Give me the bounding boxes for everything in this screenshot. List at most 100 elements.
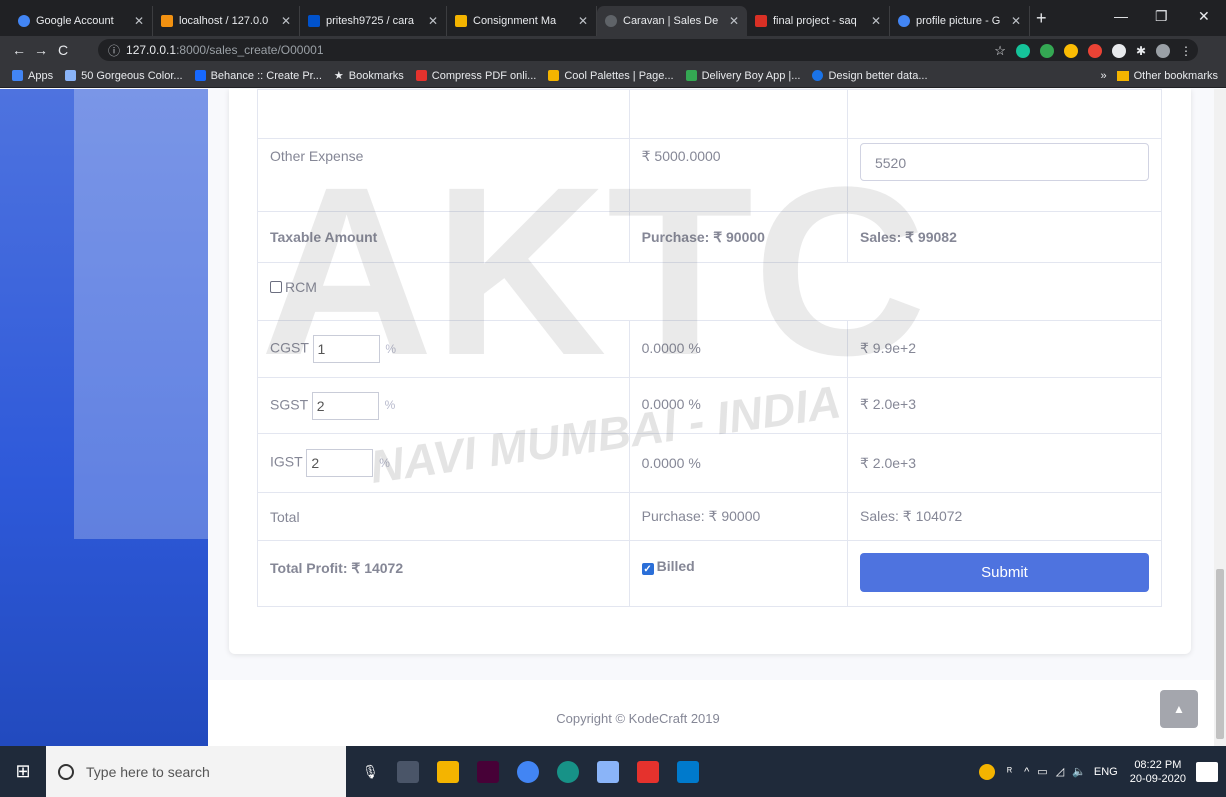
taxable-purchase: Purchase: ₹ 90000 bbox=[628, 211, 848, 263]
volume-icon[interactable]: 🔈 bbox=[1072, 765, 1086, 778]
bitbucket-icon bbox=[308, 15, 320, 27]
bookmark-gorgeous-colors[interactable]: 50 Gorgeous Color... bbox=[65, 70, 183, 82]
taxable-sales: Sales: ₹ 99082 bbox=[846, 211, 1163, 263]
igst-percent-sign: % bbox=[379, 455, 390, 470]
globe-icon bbox=[605, 15, 617, 27]
sgst-label: SGST bbox=[270, 396, 308, 413]
total-profit: Total Profit: ₹ 14072 bbox=[257, 540, 630, 607]
page-content: Other Expense ₹ 5000.0000 5520 Taxable A… bbox=[0, 89, 1214, 746]
reload-icon[interactable]: C bbox=[52, 42, 74, 58]
address-bar[interactable]: ⓘ 127.0.0.1:8000/sales_create/O00001 ☆ ✱… bbox=[98, 39, 1198, 61]
tab-google-account[interactable]: Google Account ✕ bbox=[10, 6, 153, 36]
menu-kebab-icon[interactable]: ⋮ bbox=[1180, 44, 1192, 58]
submit-button[interactable]: Submit bbox=[859, 553, 1149, 592]
total-sales: Sales: ₹ 104072 bbox=[846, 492, 1163, 541]
maximize-icon[interactable]: ❐ bbox=[1155, 8, 1168, 25]
task-view-icon[interactable] bbox=[396, 760, 419, 783]
bookmark-compress-pdf[interactable]: Compress PDF onli... bbox=[415, 70, 536, 82]
close-tab-icon[interactable]: ✕ bbox=[281, 14, 291, 28]
tab-gmail[interactable]: final project - saq ✕ bbox=[747, 6, 890, 36]
language-indicator[interactable]: ENG bbox=[1094, 766, 1118, 778]
bookmark-design-better[interactable]: Design better data... bbox=[812, 70, 928, 82]
scrollbar-thumb[interactable] bbox=[1216, 569, 1224, 739]
notification-icon[interactable] bbox=[1196, 761, 1218, 782]
new-tab-icon[interactable]: + bbox=[1036, 8, 1047, 29]
other-expense-sales-input[interactable]: 5520 bbox=[859, 143, 1149, 181]
bookmarks-overflow-icon[interactable]: » bbox=[1101, 70, 1107, 82]
puzzle-icon[interactable]: ✱ bbox=[1136, 44, 1146, 58]
sgst-percent-sign: % bbox=[384, 398, 396, 413]
vscode-icon[interactable] bbox=[676, 760, 699, 783]
sales-form-table: Other Expense ₹ 5000.0000 5520 Taxable A… bbox=[257, 89, 1163, 607]
bookmark-cool-palettes[interactable]: Cool Palettes | Page... bbox=[548, 70, 674, 82]
forward-arrow-icon[interactable]: → bbox=[30, 42, 52, 58]
network-icon[interactable]: ▭ bbox=[1037, 765, 1047, 778]
microphone-icon[interactable]: 🎙 bbox=[362, 764, 379, 780]
windows-taskbar: ⊞ Type here to search 🎙 ᴿ ^ ▭ ◿ 🔈 ENG 08… bbox=[0, 746, 1226, 797]
page-scrollbar[interactable] bbox=[1214, 89, 1226, 746]
clock[interactable]: 08:22 PM 20-09-2020 bbox=[1130, 758, 1186, 786]
adobe-xd-icon[interactable] bbox=[476, 760, 499, 783]
tab-profile-picture[interactable]: profile picture - G ✕ bbox=[890, 6, 1030, 36]
tab-bitbucket[interactable]: pritesh9725 / cara ✕ bbox=[300, 6, 447, 36]
wifi-icon[interactable]: ◿ bbox=[1056, 765, 1064, 778]
bookmark-favicon-icon bbox=[685, 70, 697, 81]
rcm-checkbox[interactable] bbox=[270, 281, 282, 293]
tab-consignment[interactable]: Consignment Ma ✕ bbox=[447, 6, 597, 36]
cgst-label: CGST bbox=[270, 339, 309, 356]
copyright-text: Copyright © KodeCraft 2019 bbox=[556, 711, 720, 726]
close-tab-icon[interactable]: ✕ bbox=[578, 14, 588, 28]
avatar[interactable] bbox=[1156, 44, 1170, 58]
close-tab-icon[interactable]: ✕ bbox=[134, 14, 144, 28]
behance-icon bbox=[194, 70, 206, 81]
grammarly-icon[interactable] bbox=[1015, 44, 1030, 58]
bookmark-favicon-icon bbox=[812, 70, 824, 81]
git-kraken-icon[interactable] bbox=[556, 760, 579, 783]
cgst-input[interactable]: 1 bbox=[312, 335, 380, 363]
help-icon[interactable] bbox=[979, 763, 996, 780]
close-tab-icon[interactable]: ✕ bbox=[428, 14, 438, 28]
tray-chevron-icon[interactable]: ^ bbox=[1024, 766, 1029, 778]
back-arrow-icon[interactable]: ← bbox=[8, 42, 30, 58]
tab-localhost[interactable]: localhost / 127.0.0 ✕ bbox=[153, 6, 300, 36]
footer: Copyright © KodeCraft 2019 ▲ bbox=[208, 680, 1214, 746]
cgst-percent-sign: % bbox=[385, 341, 397, 356]
extension-color-icon[interactable] bbox=[1087, 44, 1102, 58]
extension-yellow-icon[interactable] bbox=[1063, 44, 1078, 58]
bookmark-favicon-icon bbox=[65, 70, 77, 81]
browser-nav-bar: ← → C ⓘ 127.0.0.1:8000/sales_create/O000… bbox=[0, 36, 1226, 64]
billed-checkbox[interactable]: ✓ bbox=[641, 563, 654, 575]
bookmark-delivery-boy[interactable]: Delivery Boy App |... bbox=[685, 70, 800, 82]
close-window-icon[interactable]: ✕ bbox=[1198, 8, 1210, 25]
table-row-other-expense: Other Expense ₹ 5000.0000 5520 bbox=[257, 138, 1163, 212]
apps-grid-icon bbox=[12, 70, 23, 81]
bookmark-behance[interactable]: Behance :: Create Pr... bbox=[194, 70, 322, 82]
bookmark-bookmarks[interactable]: ★ Bookmarks bbox=[334, 69, 404, 83]
folder-icon bbox=[1116, 71, 1129, 81]
close-tab-icon[interactable]: ✕ bbox=[871, 14, 881, 28]
total-purchase: Purchase: ₹ 90000 bbox=[628, 492, 848, 541]
app-red-icon[interactable] bbox=[636, 760, 659, 783]
tab-caravan-sales[interactable]: Caravan | Sales De ✕ bbox=[597, 6, 747, 36]
other-bookmarks[interactable]: » Other bookmarks bbox=[1101, 70, 1219, 82]
chevron-up-icon: ▲ bbox=[1173, 702, 1185, 716]
file-explorer-icon[interactable] bbox=[436, 760, 459, 783]
igst-input[interactable]: 2 bbox=[306, 449, 374, 477]
close-tab-icon[interactable]: ✕ bbox=[729, 14, 739, 28]
windows-start-icon[interactable]: ⊞ bbox=[0, 761, 46, 782]
extension-green-icon[interactable] bbox=[1039, 44, 1054, 58]
extension-f-icon[interactable] bbox=[1111, 44, 1126, 58]
scroll-to-top-button[interactable]: ▲ bbox=[1160, 690, 1198, 728]
taskbar-search[interactable]: Type here to search bbox=[46, 746, 346, 797]
palette-icon bbox=[548, 70, 560, 81]
star-icon[interactable]: ☆ bbox=[994, 43, 1006, 59]
info-icon[interactable]: ⓘ bbox=[108, 42, 120, 59]
people-icon[interactable]: ᴿ bbox=[1007, 766, 1012, 778]
cortana-icon bbox=[58, 763, 74, 780]
chrome-icon[interactable] bbox=[516, 760, 539, 783]
minimize-icon[interactable]: — bbox=[1114, 8, 1128, 24]
sgst-input[interactable]: 2 bbox=[311, 391, 379, 420]
bookmark-apps[interactable]: Apps bbox=[12, 70, 53, 82]
close-tab-icon[interactable]: ✕ bbox=[1011, 14, 1021, 28]
paint-icon[interactable] bbox=[596, 760, 619, 783]
